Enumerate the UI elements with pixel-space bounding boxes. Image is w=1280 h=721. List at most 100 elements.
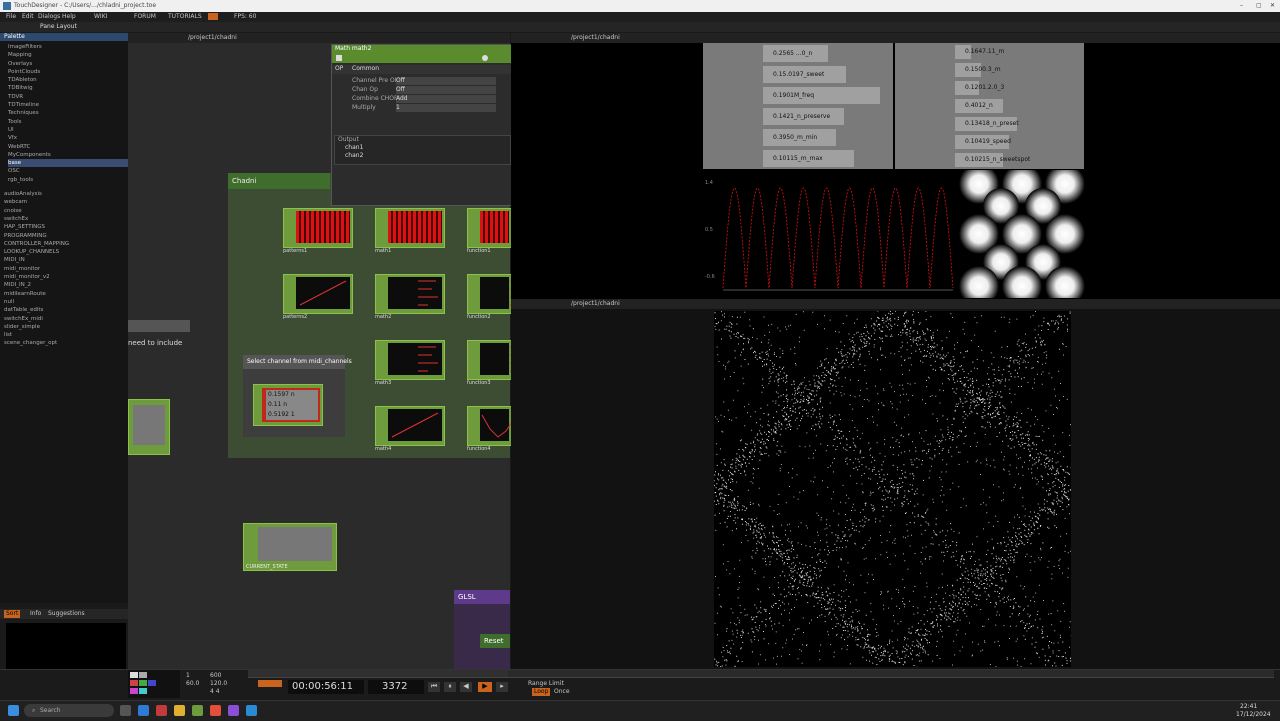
param-value-field[interactable]: Add [396,95,496,103]
palette-component-item[interactable]: scene_changer_opt [4,339,128,347]
input-node[interactable] [128,399,170,455]
operator-node[interactable] [375,274,445,314]
frame-display[interactable]: 3372 [368,680,424,694]
palette-component-item[interactable]: PROGRAMMING [4,232,128,240]
palette-component-item[interactable]: null [4,298,128,306]
range-limit-button[interactable] [258,680,282,687]
app-orange-icon[interactable] [210,705,221,716]
operator-node[interactable] [375,208,445,248]
palette-item[interactable]: TDVR [8,93,128,101]
clock-time[interactable]: 22:41 [1240,703,1257,711]
param-list-item[interactable]: chan2 [335,152,510,160]
operator-node[interactable] [467,274,530,314]
palette-item[interactable]: Vfx [8,134,128,142]
maximize-icon[interactable]: ▢ [1256,2,1262,10]
network-path[interactable]: /project1/chadni [188,34,237,42]
palette-component-item[interactable]: switchEx_midi [4,315,128,323]
palette-component-item[interactable]: midi_monitor_v2 [4,273,128,281]
palette-component-item[interactable]: CONTROLLER_MAPPING [4,240,128,248]
menu-forum[interactable]: FORUM [134,13,156,21]
palette-component-item[interactable]: HAP_SETTINGS [4,223,128,231]
tab-common[interactable]: Common [352,65,379,73]
palette-component-item[interactable]: audioAnalysis [4,190,128,198]
viewer-top[interactable]: /project1/chadni 0.2565 ...0_n 0.15.0197_… [511,33,1280,306]
menu-help[interactable]: Help [62,13,76,21]
tab-sort[interactable]: Sort [4,610,21,618]
tab-suggestions[interactable]: Suggestions [48,610,85,618]
palette-component-item[interactable]: MIDI_IN [4,256,128,264]
reset-box[interactable]: Reset [480,634,510,648]
vscode-icon[interactable] [246,705,257,716]
param-value-field[interactable]: 1 [396,104,496,112]
record-icon[interactable] [208,13,218,20]
operator-node[interactable] [375,340,445,380]
palette-item[interactable]: base [8,159,128,168]
palette-component-item[interactable]: webcam [4,198,128,206]
taskbar-search[interactable]: ⌕ Search [24,704,114,717]
palette-component-item[interactable]: midi_monitor [4,265,128,273]
current-state-node[interactable]: CURRENT_STATE [243,523,337,571]
menu-tutorials[interactable]: TUTORIALS [168,13,202,21]
step-back-button[interactable]: ◀ [460,682,472,692]
palette-item[interactable]: Overlays [8,60,128,68]
viewer-top-path[interactable]: /project1/chadni [571,34,620,42]
palette-item[interactable]: MyComponents [8,151,128,159]
palette-component-item[interactable]: switchEx [4,215,128,223]
palette-component-item[interactable]: LOOKUP_CHANNELS [4,248,128,256]
select-chop-node[interactable]: 0.1597 n 0.11 n 0.5192 1 [253,384,323,426]
param-list-item[interactable]: chan1 [335,144,510,152]
start-icon[interactable] [8,705,19,716]
param-value-field[interactable]: Off [396,86,496,94]
palette-component-item[interactable]: MIDI_IN_2 [4,281,128,289]
operator-node[interactable] [467,208,512,248]
palette-item[interactable]: Tools [8,118,128,126]
operator-node[interactable] [375,406,445,446]
operator-node[interactable] [283,274,353,314]
rewind-button[interactable]: ⏮ [428,682,440,692]
minimize-icon[interactable]: – [1240,2,1243,10]
palette-item[interactable]: Techniques [8,109,128,117]
operator-node[interactable] [467,406,523,446]
palette-item[interactable]: WebRTC [8,143,128,151]
palette-item[interactable]: ImageFilters [8,43,128,51]
play-button[interactable]: ▶ [478,682,492,692]
menu-edit[interactable]: Edit [22,13,34,21]
palette-component-item[interactable]: slider_simple [4,323,128,331]
palette-item[interactable]: PointClouds [8,68,128,76]
loop-button[interactable]: Loop [532,688,551,696]
palette-component-item[interactable]: cnoise [4,207,128,215]
app-purple-icon[interactable] [228,705,239,716]
operator-node[interactable] [283,208,353,248]
timecode-display[interactable]: 00:00:56:11 [288,680,364,694]
menu-dialogs[interactable]: Dialogs [38,13,60,21]
operator-node[interactable] [467,340,530,380]
palette-item[interactable]: UI [8,126,128,134]
tab-pane-layout[interactable]: Pane Layout [40,23,77,31]
palette-item[interactable]: TDAbleton [8,76,128,84]
palette-component-item[interactable]: midilearnRoute [4,290,128,298]
edge-icon[interactable] [138,705,149,716]
touchdesigner-icon[interactable] [192,705,203,716]
app-red-icon[interactable] [156,705,167,716]
palette-item[interactable]: TDBitwig [8,84,128,92]
close-icon[interactable]: ✕ [1270,2,1275,10]
once-button[interactable]: Once [554,688,570,696]
timeline-ruler[interactable] [248,670,1274,678]
viewer-bottom[interactable]: /project1/chadni [511,299,1280,669]
palette-item[interactable]: TDTimeline [8,101,128,109]
menu-wiki[interactable]: WIKI [94,13,107,21]
help-icon[interactable] [336,55,342,61]
settings-icon[interactable] [482,55,488,61]
clock-date[interactable]: 17/12/2024 [1236,711,1271,719]
pause-button[interactable]: ⏸ [444,682,456,692]
tab-op[interactable]: OP [335,65,343,73]
taskview-icon[interactable] [120,705,131,716]
palette-component-item[interactable]: datTable_edits [4,306,128,314]
palette-component-item[interactable]: list [4,331,128,339]
menu-file[interactable]: File [6,13,16,21]
palette-item[interactable]: Mapping [8,51,128,59]
palette-item[interactable]: OSC [8,167,128,175]
palette-item[interactable]: rgb_tools [8,176,128,184]
tab-info[interactable]: Info [30,610,41,618]
param-value-field[interactable]: Off [396,77,496,85]
